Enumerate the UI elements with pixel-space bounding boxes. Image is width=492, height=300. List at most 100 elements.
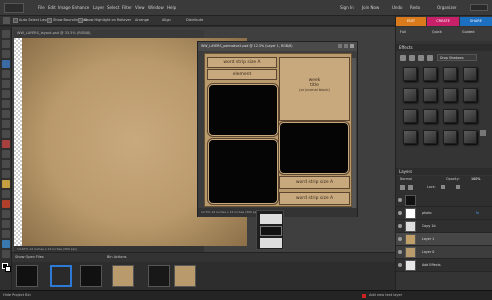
layer-row[interactable] xyxy=(396,194,492,207)
brush-tool-icon[interactable] xyxy=(2,180,10,188)
fx-icon[interactable]: fx xyxy=(476,211,479,215)
pencil-tool-icon[interactable] xyxy=(2,250,10,258)
photo-effects-icon[interactable] xyxy=(418,55,424,61)
red-eye-tool-icon[interactable] xyxy=(2,140,10,148)
effect-swatch[interactable] xyxy=(403,88,417,102)
bin-thumbnail[interactable] xyxy=(174,265,196,287)
close-icon[interactable] xyxy=(350,44,354,48)
effect-swatch[interactable] xyxy=(423,130,437,144)
hand-tool-icon[interactable] xyxy=(2,50,10,58)
bin-thumbnail[interactable] xyxy=(112,265,134,287)
effect-swatch[interactable] xyxy=(443,130,457,144)
quick-edit-button[interactable]: Quick xyxy=(432,30,442,38)
tab-share[interactable]: SHARE xyxy=(460,17,492,26)
highlight-checkbox[interactable] xyxy=(78,18,83,23)
layer-row[interactable]: photo fx xyxy=(396,207,492,220)
window-controls[interactable] xyxy=(470,4,488,11)
effect-swatch[interactable] xyxy=(443,109,457,123)
distribute-dropdown[interactable]: Distribute xyxy=(186,18,203,22)
eraser-tool-icon[interactable] xyxy=(2,170,10,178)
layer-name[interactable]: Layer 1 xyxy=(422,237,434,241)
effect-swatch[interactable] xyxy=(423,88,437,102)
new-layer-icon[interactable] xyxy=(400,185,405,190)
visibility-eye-icon[interactable] xyxy=(398,211,402,215)
effect-swatch[interactable] xyxy=(463,130,477,144)
layer-name[interactable]: Layer 0 xyxy=(422,250,434,254)
sign-in-link[interactable]: Sign In xyxy=(340,5,354,10)
move-tool-icon[interactable] xyxy=(2,30,10,38)
visibility-eye-icon[interactable] xyxy=(398,224,402,228)
scrapbook-template[interactable]: word strip size A element week title (or… xyxy=(204,53,352,207)
effect-swatch[interactable] xyxy=(403,130,417,144)
lasso-tool-icon[interactable] xyxy=(2,80,10,88)
effect-swatch[interactable] xyxy=(423,67,437,81)
effect-swatch[interactable] xyxy=(463,88,477,102)
show-all-icon[interactable] xyxy=(427,55,433,61)
adjustment-layer-icon[interactable] xyxy=(408,185,413,190)
photo-placeholder-2[interactable] xyxy=(279,122,349,174)
opacity-value[interactable]: 100% xyxy=(471,177,480,181)
effect-swatch[interactable] xyxy=(443,67,457,81)
paint-bucket-icon[interactable] xyxy=(2,200,10,208)
menu-window[interactable]: Window xyxy=(148,5,164,10)
effect-swatch[interactable] xyxy=(403,67,417,81)
photo-placeholder-1[interactable] xyxy=(208,84,278,136)
apply-effect-button[interactable] xyxy=(480,130,486,136)
clone-stamp-icon[interactable] xyxy=(2,160,10,168)
gradient-tool-icon[interactable] xyxy=(2,210,10,218)
hide-project-bin-button[interactable]: Hide Project Bin xyxy=(3,293,31,297)
cookie-cutter-icon[interactable] xyxy=(2,130,10,138)
menu-file[interactable]: File xyxy=(38,5,45,10)
tab-create[interactable]: CREATE xyxy=(427,17,459,26)
maximize-icon[interactable] xyxy=(344,44,348,48)
layer-row[interactable]: Layer 0 xyxy=(396,246,492,259)
layer-row[interactable]: Add Effects xyxy=(396,259,492,272)
crop-tool-icon[interactable] xyxy=(2,120,10,128)
undo-button[interactable]: Undo xyxy=(392,5,402,10)
visibility-eye-icon[interactable] xyxy=(398,198,402,202)
smart-brush-icon[interactable] xyxy=(2,190,10,198)
background-color-swatch[interactable] xyxy=(5,266,11,272)
menu-image[interactable]: Image xyxy=(58,5,71,10)
type-tool-icon[interactable] xyxy=(2,110,10,118)
join-now-link[interactable]: Join Now xyxy=(362,5,379,10)
magic-wand-tool-icon[interactable] xyxy=(2,90,10,98)
floating-document-window[interactable]: WW_LAYERS_palmolive2.psd @ 12.5% (Layer … xyxy=(197,41,358,217)
eyedropper-tool-icon[interactable] xyxy=(2,60,10,68)
visibility-eye-icon[interactable] xyxy=(398,237,402,241)
photo-placeholder-3[interactable] xyxy=(208,139,278,204)
layers-panel-header[interactable]: Layers xyxy=(396,168,492,175)
show-open-files-dropdown[interactable]: Show Open Files xyxy=(15,255,44,259)
redo-button[interactable]: Redo xyxy=(410,5,420,10)
auto-select-checkbox[interactable] xyxy=(13,18,18,23)
vertical-scrollbar[interactable] xyxy=(352,58,356,208)
menu-view[interactable]: View xyxy=(135,5,145,10)
menu-filter[interactable]: Filter xyxy=(122,5,132,10)
bin-thumbnail[interactable] xyxy=(148,265,170,287)
layer-styles-icon[interactable] xyxy=(409,55,415,61)
visibility-eye-icon[interactable] xyxy=(398,250,402,254)
blur-tool-icon[interactable] xyxy=(2,230,10,238)
layer-name[interactable]: Copy 1b xyxy=(422,224,436,228)
menu-layer[interactable]: Layer xyxy=(93,5,104,10)
bin-thumbnail[interactable] xyxy=(80,265,102,287)
marquee-tool-icon[interactable] xyxy=(2,70,10,78)
tab-edit[interactable]: EDIT xyxy=(396,17,426,26)
trash-icon[interactable] xyxy=(456,185,460,189)
healing-brush-icon[interactable] xyxy=(2,150,10,158)
bounding-box-checkbox[interactable] xyxy=(47,18,52,23)
full-edit-button[interactable]: Full xyxy=(400,30,406,38)
menu-select[interactable]: Select xyxy=(107,5,119,10)
lock-icon[interactable] xyxy=(441,185,445,189)
effect-swatch[interactable] xyxy=(463,109,477,123)
selection-brush-icon[interactable] xyxy=(2,100,10,108)
document-tab[interactable]: WW_LAYERS_layout.psd @ 33.3% (RGB/8) xyxy=(14,30,204,38)
menu-help[interactable]: Help xyxy=(167,5,176,10)
bin-actions-dropdown[interactable]: Bin Actions xyxy=(107,255,127,259)
visibility-eye-icon[interactable] xyxy=(398,263,402,267)
zoom-tool-icon[interactable] xyxy=(2,40,10,48)
effect-swatch[interactable] xyxy=(403,109,417,123)
shape-tool-icon[interactable] xyxy=(2,220,10,228)
align-dropdown[interactable]: Align xyxy=(162,18,171,22)
bin-thumbnail[interactable] xyxy=(16,265,38,287)
